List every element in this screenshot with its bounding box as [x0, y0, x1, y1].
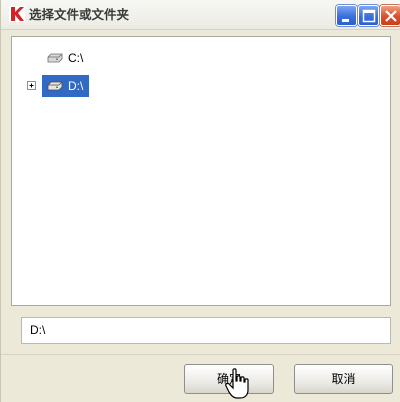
- path-input[interactable]: D:\: [21, 317, 391, 344]
- kaspersky-k-icon: [9, 6, 25, 22]
- minimize-button[interactable]: [336, 5, 357, 26]
- drive-icon: [47, 81, 63, 91]
- cancel-button[interactable]: 取消: [294, 364, 393, 394]
- folder-tree-view[interactable]: C:\ D:\: [11, 36, 391, 306]
- window-title: 选择文件或文件夹: [29, 7, 130, 22]
- close-button[interactable]: [380, 5, 400, 26]
- footer-divider: [1, 354, 400, 355]
- tree-item-d-drive[interactable]: D:\: [42, 75, 90, 97]
- title-bar[interactable]: 选择文件或文件夹: [1, 0, 400, 30]
- file-folder-dialog: 选择文件或文件夹 C:\ D:\ D:\ 确定 取消: [0, 0, 400, 402]
- plus-icon: [29, 83, 34, 88]
- tree-item-c-drive[interactable]: C:\: [46, 47, 83, 69]
- maximize-button[interactable]: [358, 5, 379, 26]
- close-icon: [385, 10, 397, 22]
- tree-item-label: C:\: [68, 51, 84, 65]
- hand-pointer-icon: [225, 368, 249, 399]
- drive-icon: [47, 53, 63, 63]
- tree-item-label: D:\: [68, 79, 84, 93]
- maximize-icon: [362, 9, 376, 23]
- minimize-icon: [342, 19, 349, 22]
- expand-toggle[interactable]: [27, 81, 36, 90]
